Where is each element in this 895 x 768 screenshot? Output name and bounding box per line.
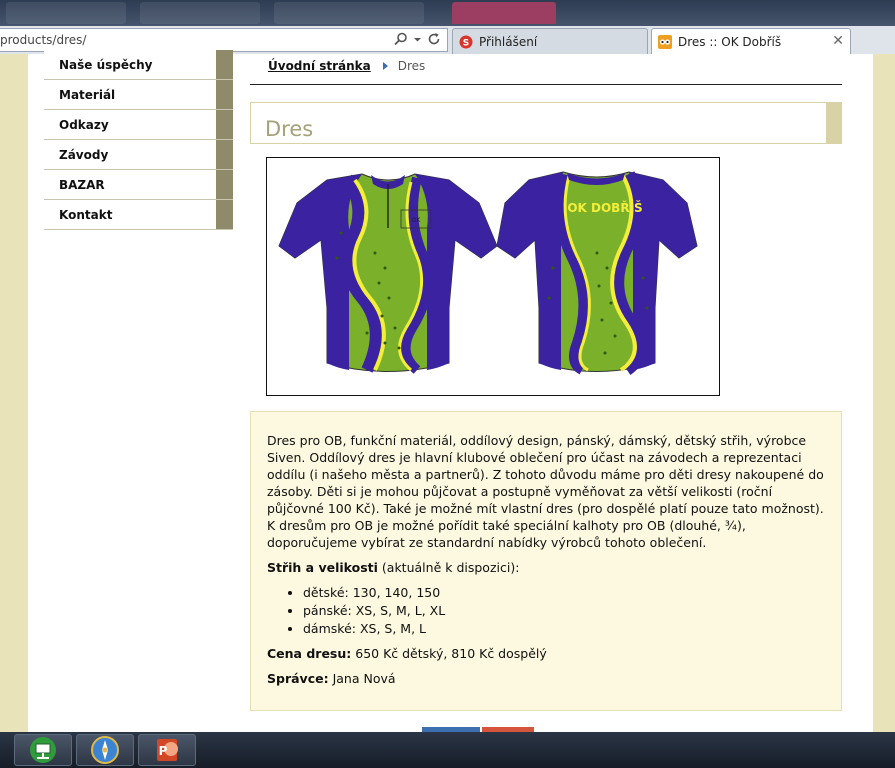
svg-text:P: P bbox=[159, 744, 168, 758]
sidebar-item-accent bbox=[216, 80, 233, 109]
page-border-right bbox=[867, 54, 895, 732]
sizes-label: Střih a velikosti bbox=[267, 560, 378, 575]
sidebar-item-label: Závody bbox=[59, 148, 109, 162]
sidebar-item-label: Materiál bbox=[59, 88, 116, 102]
window-titlebar bbox=[0, 0, 895, 26]
sidebar-item-zavody[interactable]: Závody bbox=[44, 140, 233, 170]
tab-dres[interactable]: Dres :: OK Dobříš ✕ bbox=[651, 28, 851, 54]
list-item: dámské: XS, S, M, L bbox=[303, 620, 825, 637]
svg-text:OK: OK bbox=[412, 217, 422, 224]
breadcrumb-separator-icon bbox=[382, 62, 388, 70]
sidebar-item-nase-uspechy[interactable]: Naše úspěchy bbox=[44, 50, 233, 80]
price-value: 650 Kč dětský, 810 Kč dospělý bbox=[351, 646, 547, 661]
sidebar-item-label: Kontakt bbox=[59, 208, 113, 222]
price-label: Cena dresu: bbox=[267, 646, 352, 661]
jersey-info-box: Dres pro OB, funkční materiál, oddílový … bbox=[250, 411, 842, 711]
search-icon[interactable] bbox=[394, 32, 408, 46]
jersey-image: OK OK DOBŘÍŠ bbox=[266, 157, 720, 396]
jersey-front: OK bbox=[278, 173, 498, 374]
jersey-back: OK DOBŘÍŠ bbox=[496, 171, 698, 375]
tab-label: Přihlášení bbox=[479, 34, 538, 49]
sidebar-item-odkazy[interactable]: Odkazy bbox=[44, 110, 233, 140]
svg-text:S: S bbox=[463, 38, 469, 48]
refresh-icon[interactable] bbox=[427, 32, 441, 46]
sidebar-item-bazar[interactable]: BAZAR bbox=[44, 170, 233, 200]
tab-label: Dres :: OK Dobříš bbox=[678, 34, 782, 49]
sidebar-item-label: Naše úspěchy bbox=[59, 58, 153, 72]
page-title-box: Dres bbox=[250, 102, 842, 144]
address-bar[interactable]: products/dres/ bbox=[0, 28, 448, 52]
tab-login[interactable]: S Přihlášení bbox=[452, 28, 648, 54]
taskbar-network-app[interactable] bbox=[14, 734, 72, 766]
sidebar-item-kontakt[interactable]: Kontakt bbox=[44, 200, 233, 230]
sidebar-item-material[interactable]: Materiál bbox=[44, 80, 233, 110]
sizes-note: (aktuálně k dispozici): bbox=[377, 560, 520, 575]
list-item: pánské: XS, S, M, L, XL bbox=[303, 602, 825, 619]
jersey-back-text: OK DOBŘÍŠ bbox=[567, 200, 642, 215]
sidebar-item-label: Odkazy bbox=[59, 118, 109, 132]
sidebar-item-label: BAZAR bbox=[59, 178, 105, 192]
breadcrumb-home-link[interactable]: Úvodní stránka bbox=[268, 59, 371, 73]
price-line: Cena dresu: 650 Kč dětský, 810 Kč dospěl… bbox=[267, 645, 825, 662]
close-tab-icon[interactable]: ✕ bbox=[832, 33, 844, 49]
breadcrumb-divider bbox=[250, 84, 842, 85]
titlebar-highlight bbox=[452, 2, 556, 24]
taskbar: P bbox=[0, 732, 895, 768]
sidebar-item-accent bbox=[216, 140, 233, 169]
sidebar-item-accent bbox=[216, 110, 233, 139]
sidebar-item-accent bbox=[216, 200, 233, 229]
page-border-left bbox=[0, 54, 28, 732]
breadcrumb-current: Dres bbox=[397, 59, 426, 73]
breadcrumb: Úvodní stránka Dres bbox=[268, 59, 425, 73]
sidebar-menu: Naše úspěchy Materiál Odkazy Závody BAZA… bbox=[44, 50, 233, 230]
sizes-list: dětské: 130, 140, 150 pánské: XS, S, M, … bbox=[303, 584, 825, 637]
list-item: dětské: 130, 140, 150 bbox=[303, 584, 825, 601]
jersey-description: Dres pro OB, funkční materiál, oddílový … bbox=[267, 433, 824, 550]
chevron-down-icon[interactable] bbox=[414, 32, 421, 46]
browser-chrome: products/dres/ S Přihlášení Dres :: OK D… bbox=[0, 0, 895, 56]
admin-value: Jana Nová bbox=[328, 671, 396, 686]
page-title: Dres bbox=[265, 117, 314, 141]
admin-line: Správce: Jana Nová bbox=[267, 670, 825, 687]
browser-icon bbox=[91, 736, 119, 764]
sidebar-item-accent bbox=[216, 50, 233, 79]
address-text: products/dres/ bbox=[0, 33, 87, 47]
login-favicon-icon: S bbox=[459, 35, 473, 49]
powerpoint-icon: P bbox=[157, 739, 178, 761]
title-accent bbox=[826, 102, 842, 144]
owl-favicon-icon bbox=[658, 34, 672, 49]
admin-label: Správce: bbox=[267, 671, 329, 686]
taskbar-browser-app[interactable] bbox=[76, 734, 134, 766]
taskbar-powerpoint-app[interactable]: P bbox=[138, 734, 196, 766]
network-icon bbox=[30, 737, 56, 763]
sizes-heading: Střih a velikosti (aktuálně k dispozici)… bbox=[267, 559, 825, 576]
sidebar-item-accent bbox=[216, 170, 233, 199]
